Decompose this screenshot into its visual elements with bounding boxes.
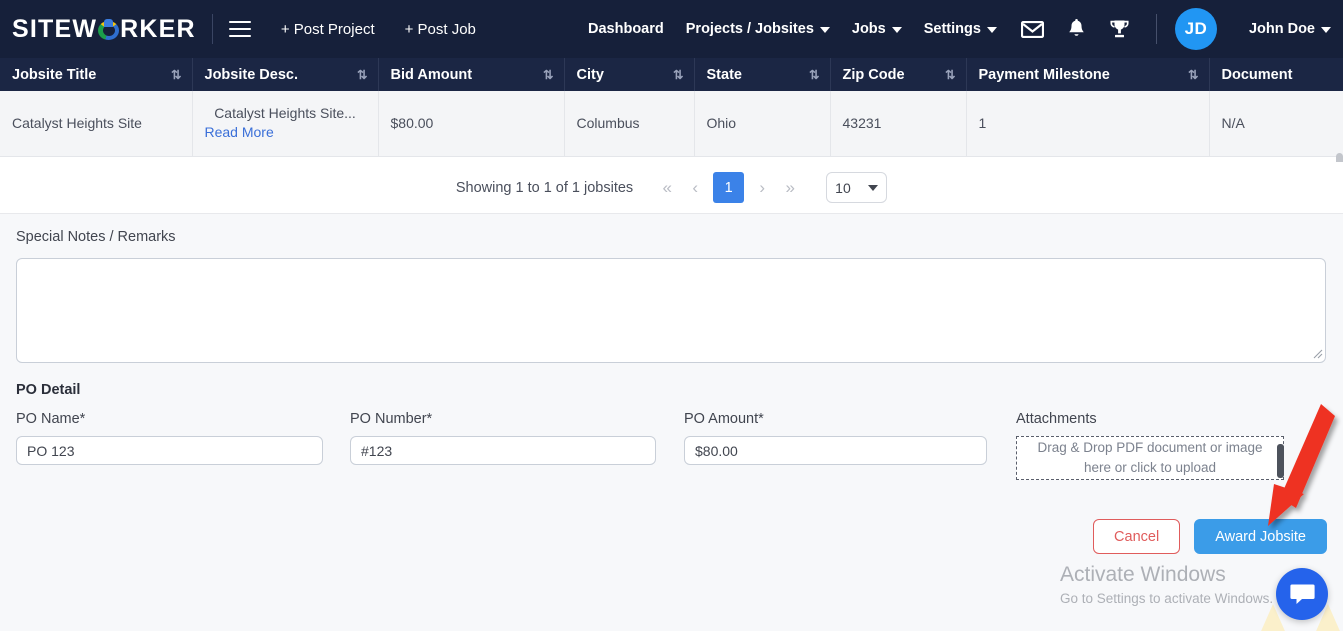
sort-icon[interactable]: ⇅ xyxy=(171,67,182,82)
top-navbar: SITEW RKER + Post Project + Post Job Das… xyxy=(0,0,1343,58)
rows-per-page-select[interactable]: 10 xyxy=(826,172,888,203)
column-label: Jobsite Title xyxy=(12,66,97,83)
cancel-button[interactable]: Cancel xyxy=(1093,519,1181,554)
column-header-jobsite-title[interactable]: Jobsite Title ⇅ xyxy=(0,58,193,91)
avatar[interactable]: JD xyxy=(1174,8,1217,50)
nav-link-projects-jobsites[interactable]: Projects / Jobsites xyxy=(686,21,830,37)
column-header-document: Document xyxy=(1209,58,1343,91)
user-menu[interactable]: John Doe xyxy=(1239,21,1331,37)
showing-count-label: Showing 1 to 1 of 1 jobsites xyxy=(455,179,634,196)
hamburger-icon[interactable] xyxy=(228,21,251,37)
sort-icon[interactable]: ⇅ xyxy=(673,67,684,82)
po-amount-label: PO Amount* xyxy=(684,411,764,427)
attachments-field-group: Attachments Drag & Drop PDF document or … xyxy=(1016,411,1284,480)
po-number-field-group: PO Number* xyxy=(350,411,656,465)
chevron-down-icon xyxy=(819,27,830,33)
nav-label-settings: Settings xyxy=(923,21,981,37)
chevron-down-icon xyxy=(868,184,879,191)
post-project-button[interactable]: + Post Project xyxy=(281,21,375,38)
brand-text-after: RKER xyxy=(120,14,196,43)
sort-icon[interactable]: ⇅ xyxy=(809,67,820,82)
read-more-link[interactable]: Read More xyxy=(205,123,366,142)
brand-logo[interactable]: SITEW RKER xyxy=(0,15,196,44)
column-label: Document xyxy=(1221,66,1293,83)
cell-jobsite-title: Catalyst Heights Site xyxy=(0,91,193,157)
table-horizontal-scrollbar[interactable] xyxy=(1336,153,1343,162)
cell-city: Columbus xyxy=(564,91,695,157)
po-detail-heading: PO Detail xyxy=(16,382,81,398)
prev-page-button[interactable]: ‹ xyxy=(681,173,709,203)
cell-jobsite-desc: Catalyst Heights Site... Read More xyxy=(192,91,379,157)
sort-icon[interactable]: ⇅ xyxy=(357,67,368,82)
po-name-input[interactable] xyxy=(16,436,323,465)
sort-icon[interactable]: ⇅ xyxy=(1188,67,1199,82)
column-header-city[interactable]: City ⇅ xyxy=(564,58,695,91)
nav-link-settings[interactable]: Settings xyxy=(924,21,997,37)
column-label: Jobsite Desc. xyxy=(204,66,299,83)
app-page: SITEW RKER + Post Project + Post Job Das… xyxy=(0,0,1343,631)
column-header-bid-amount[interactable]: Bid Amount ⇅ xyxy=(378,58,565,91)
award-jobsite-button[interactable]: Award Jobsite xyxy=(1194,519,1327,554)
po-name-label: PO Name* xyxy=(16,411,86,427)
pagination-bar: Showing 1 to 1 of 1 jobsites « ‹ 1 › » 1… xyxy=(0,162,1343,214)
cell-document: N/A xyxy=(1209,91,1343,157)
cell-state: Ohio xyxy=(694,91,831,157)
username-label: John Doe xyxy=(1248,21,1315,37)
column-label: Payment Milestone xyxy=(978,66,1110,83)
rows-per-page-value: 10 xyxy=(835,179,851,196)
column-header-state[interactable]: State ⇅ xyxy=(694,58,831,91)
trophy-icon[interactable] xyxy=(1109,19,1130,39)
column-label: City xyxy=(576,66,604,83)
po-name-field-group: PO Name* xyxy=(16,411,323,465)
sort-icon[interactable]: ⇅ xyxy=(543,67,554,82)
column-header-jobsite-desc[interactable]: Jobsite Desc. ⇅ xyxy=(192,58,379,91)
chevron-down-icon xyxy=(986,27,997,33)
column-header-payment-milestone[interactable]: Payment Milestone ⇅ xyxy=(966,58,1210,91)
bell-icon[interactable] xyxy=(1068,19,1085,39)
column-header-zip-code[interactable]: Zip Code ⇅ xyxy=(830,58,967,91)
nav-label-jobs: Jobs xyxy=(851,21,886,37)
next-page-button[interactable]: › xyxy=(748,173,776,203)
po-amount-input[interactable] xyxy=(684,436,987,465)
jobsites-table-container: Jobsite Title ⇅ Jobsite Desc. ⇅ Bid Amount… xyxy=(0,58,1343,162)
last-page-button[interactable]: » xyxy=(776,173,804,203)
po-number-label: PO Number* xyxy=(350,411,433,427)
chat-bubble-icon[interactable] xyxy=(1276,568,1328,620)
brand-text-before: SITEW xyxy=(12,14,98,43)
desc-text: Catalyst Heights Site... xyxy=(214,105,356,122)
attachments-dropzone[interactable]: Drag & Drop PDF document or image here o… xyxy=(1016,436,1284,480)
special-notes-textarea[interactable] xyxy=(16,258,1326,363)
chevron-down-icon xyxy=(891,27,902,33)
jobsites-table: Jobsite Title ⇅ Jobsite Desc. ⇅ Bid Amount… xyxy=(0,58,1343,157)
cell-payment-milestone: 1 xyxy=(966,91,1210,157)
cell-zip-code: 43231 xyxy=(830,91,967,157)
table-row[interactable]: Catalyst Heights Site Catalyst Heights S… xyxy=(0,91,1343,157)
nav-link-dashboard[interactable]: Dashboard xyxy=(588,21,664,37)
hard-hat-icon xyxy=(98,18,120,40)
po-amount-field-group: PO Amount* xyxy=(684,411,987,465)
post-job-button[interactable]: + Post Job xyxy=(405,21,476,38)
chevron-down-icon xyxy=(1321,27,1331,33)
page-number-1[interactable]: 1 xyxy=(713,172,745,203)
attachments-label: Attachments xyxy=(1016,411,1097,427)
nav-label-dashboard: Dashboard xyxy=(588,21,664,37)
cell-bid-amount: $80.00 xyxy=(378,91,565,157)
navbar-right-group: Dashboard Projects / Jobsites Jobs Setti… xyxy=(566,8,1343,50)
table-header-row: Jobsite Title ⇅ Jobsite Desc. ⇅ Bid Amount… xyxy=(0,58,1343,91)
first-page-button[interactable]: « xyxy=(653,173,681,203)
special-notes-label: Special Notes / Remarks xyxy=(16,229,176,245)
brand-divider xyxy=(211,14,213,44)
nav-link-jobs[interactable]: Jobs xyxy=(852,21,902,37)
mail-icon[interactable] xyxy=(1020,20,1044,38)
column-label: Zip Code xyxy=(842,66,905,83)
po-number-input[interactable] xyxy=(350,436,656,465)
column-label: State xyxy=(706,66,742,83)
navbar-separator xyxy=(1155,14,1157,44)
column-label: Bid Amount xyxy=(390,66,473,83)
dropzone-scrollbar[interactable] xyxy=(1277,444,1284,478)
nav-label-projects-jobsites: Projects / Jobsites xyxy=(685,21,814,37)
sort-icon[interactable]: ⇅ xyxy=(945,67,956,82)
form-action-buttons: Cancel Award Jobsite xyxy=(0,519,1327,554)
